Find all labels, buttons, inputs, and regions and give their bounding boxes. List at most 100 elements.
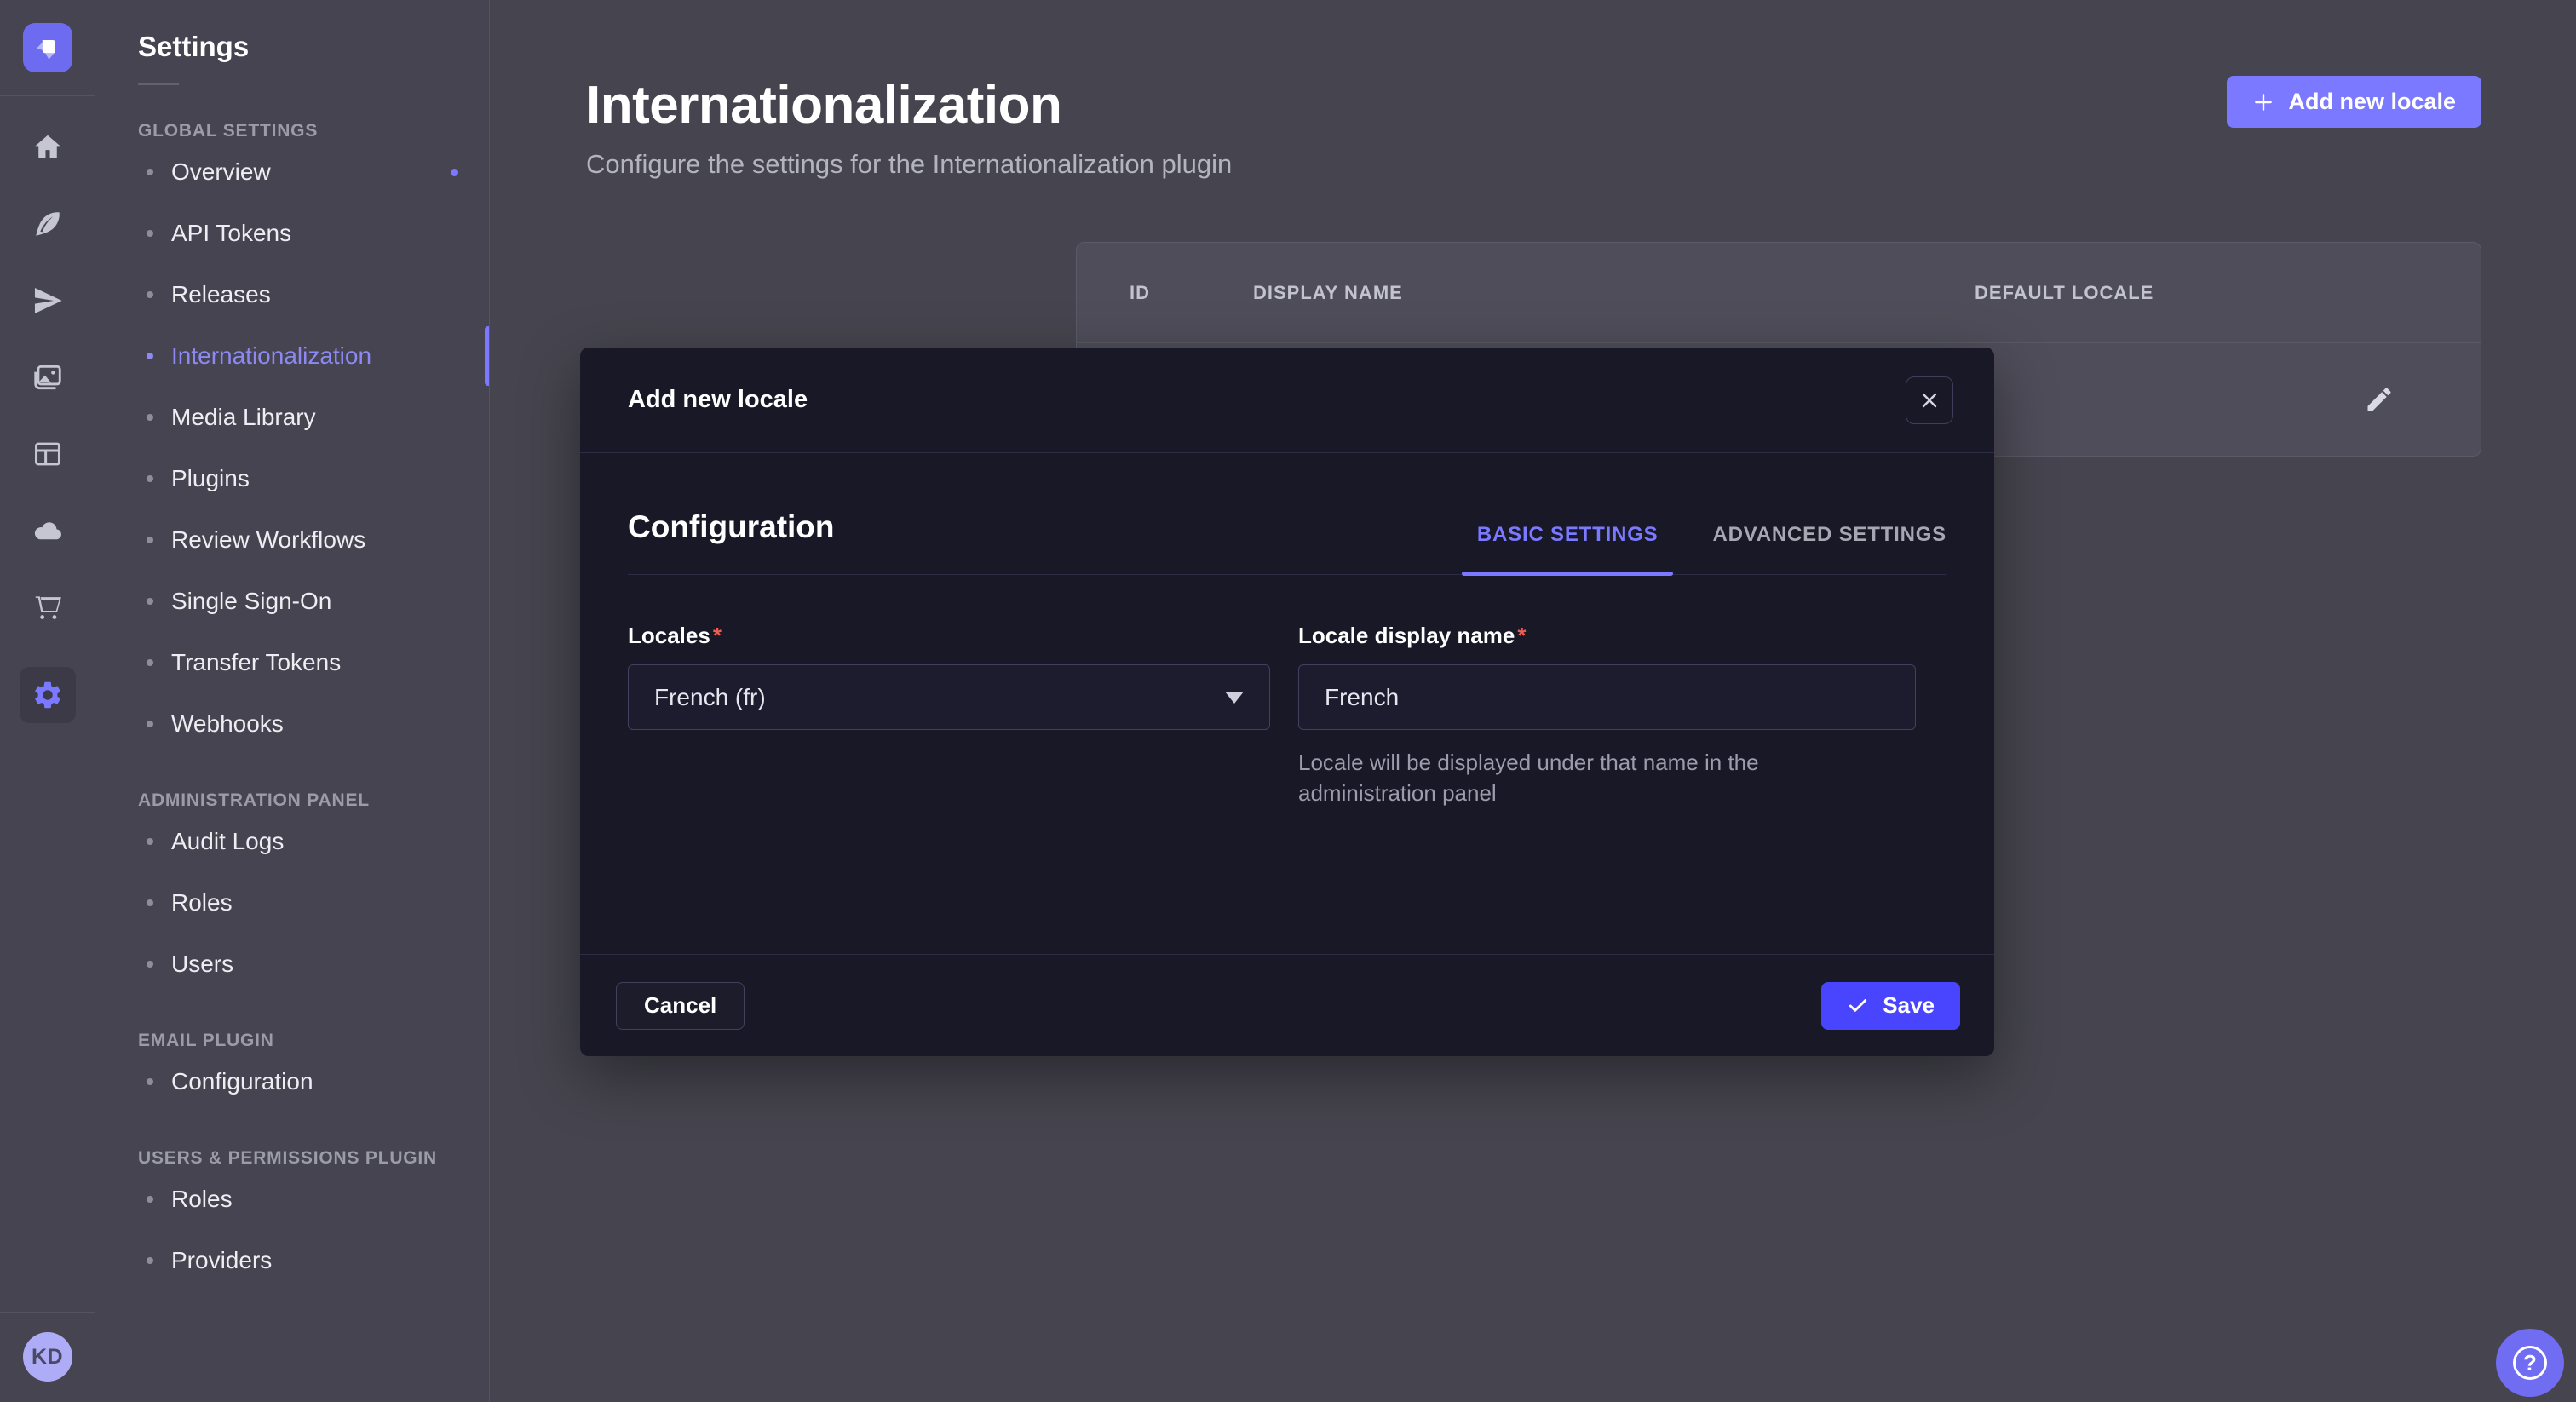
tab-basic-settings[interactable]: BASIC SETTINGS bbox=[1477, 523, 1659, 574]
display-name-label: Locale display name* bbox=[1298, 623, 1526, 648]
configuration-header: Configuration BASIC SETTINGS ADVANCED SE… bbox=[628, 509, 1946, 575]
media-library-icon[interactable] bbox=[31, 360, 65, 394]
add-new-locale-label: Add new locale bbox=[2288, 89, 2456, 115]
sidebar-item-label: Internationalization bbox=[171, 342, 371, 370]
home-icon[interactable] bbox=[31, 130, 65, 164]
chevron-down-icon bbox=[1225, 692, 1244, 704]
sidebar-item-internationalization[interactable]: Internationalization bbox=[138, 325, 469, 387]
sidebar-item-label: Single Sign-On bbox=[171, 588, 331, 615]
sidebar-item-plugins[interactable]: Plugins bbox=[138, 448, 469, 509]
rail-bottom-divider bbox=[0, 1312, 95, 1313]
sidebar-item-label: Webhooks bbox=[171, 710, 284, 738]
bullet-icon bbox=[147, 721, 153, 727]
help-button[interactable]: ? bbox=[2496, 1329, 2564, 1397]
locales-label: Locales* bbox=[628, 623, 722, 648]
sidebar-item-admin-roles[interactable]: Roles bbox=[138, 872, 469, 934]
sidebar-item-label: Releases bbox=[171, 281, 271, 308]
sidebar-item-media-library[interactable]: Media Library bbox=[138, 387, 469, 448]
sidebar-item-label: Roles bbox=[171, 889, 233, 916]
section-label: USERS & PERMISSIONS PLUGIN bbox=[138, 1148, 469, 1169]
rail-divider bbox=[0, 95, 95, 96]
sidebar-item-label: Review Workflows bbox=[171, 526, 365, 554]
display-name-input-wrap bbox=[1298, 664, 1916, 730]
user-avatar[interactable]: KD bbox=[23, 1332, 72, 1382]
locales-select-value: French (fr) bbox=[654, 684, 766, 711]
save-button-label: Save bbox=[1883, 992, 1935, 1019]
cloud-icon[interactable] bbox=[31, 514, 65, 548]
modal-footer: Cancel Save bbox=[580, 954, 1994, 1056]
settings-title-divider bbox=[138, 83, 179, 85]
settings-gear-icon[interactable] bbox=[20, 667, 76, 723]
sidebar-item-label: API Tokens bbox=[171, 220, 291, 247]
sidebar-item-transfer-tokens[interactable]: Transfer Tokens bbox=[138, 632, 469, 693]
layout-icon[interactable] bbox=[31, 437, 65, 471]
sidebar-item-audit-logs[interactable]: Audit Logs bbox=[138, 811, 469, 872]
bullet-icon bbox=[147, 291, 153, 298]
icon-rail: KD bbox=[0, 0, 95, 1402]
sidebar-item-up-roles[interactable]: Roles bbox=[138, 1169, 469, 1230]
bullet-icon bbox=[147, 598, 153, 605]
content-feather-icon[interactable] bbox=[31, 207, 65, 241]
sidebar-item-overview[interactable]: Overview bbox=[138, 141, 469, 203]
sidebar-item-up-providers[interactable]: Providers bbox=[138, 1230, 469, 1291]
column-header-display-name: DISPLAY NAME bbox=[1253, 282, 1975, 304]
marketplace-cart-icon[interactable] bbox=[31, 590, 65, 624]
rail-nav bbox=[20, 130, 76, 1312]
section-label: GLOBAL SETTINGS bbox=[138, 121, 469, 141]
section-label: ADMINISTRATION PANEL bbox=[138, 790, 469, 811]
page-header: Internationalization Configure the setti… bbox=[490, 0, 2576, 180]
tab-advanced-settings[interactable]: ADVANCED SETTINGS bbox=[1712, 523, 1946, 574]
bullet-icon bbox=[147, 838, 153, 845]
bullet-icon bbox=[147, 1196, 153, 1203]
sidebar-item-label: Audit Logs bbox=[171, 828, 284, 855]
question-icon: ? bbox=[2513, 1346, 2547, 1380]
add-locale-modal: Add new locale Configuration BASIC SETTI… bbox=[580, 348, 1994, 1056]
edit-locale-button[interactable] bbox=[2364, 382, 2398, 417]
sidebar-item-webhooks[interactable]: Webhooks bbox=[138, 693, 469, 755]
modal-tabs: BASIC SETTINGS ADVANCED SETTINGS bbox=[1477, 523, 1946, 574]
display-name-field: Locale display name* Locale will be disp… bbox=[1298, 623, 1916, 808]
section-label: EMAIL PLUGIN bbox=[138, 1031, 469, 1051]
send-icon[interactable] bbox=[31, 284, 65, 318]
sidebar-item-releases[interactable]: Releases bbox=[138, 264, 469, 325]
sidebar-item-label: Roles bbox=[171, 1186, 233, 1213]
locales-select[interactable]: French (fr) bbox=[628, 664, 1270, 730]
bullet-icon bbox=[147, 353, 153, 359]
table-header-row: ID DISPLAY NAME DEFAULT LOCALE bbox=[1077, 243, 2481, 343]
pencil-icon bbox=[2364, 384, 2395, 415]
section-global-settings: GLOBAL SETTINGS Overview API Tokens Rele… bbox=[138, 121, 469, 755]
bullet-icon bbox=[147, 169, 153, 175]
sidebar-item-label: Plugins bbox=[171, 465, 250, 492]
bullet-icon bbox=[147, 1078, 153, 1085]
save-button[interactable]: Save bbox=[1821, 982, 1960, 1030]
cancel-button[interactable]: Cancel bbox=[616, 982, 745, 1030]
sidebar-item-label: Transfer Tokens bbox=[171, 649, 341, 676]
bullet-icon bbox=[147, 230, 153, 237]
bullet-icon bbox=[147, 414, 153, 421]
sidebar-item-label: Providers bbox=[171, 1247, 272, 1274]
sidebar-item-review-workflows[interactable]: Review Workflows bbox=[138, 509, 469, 571]
section-email-plugin: EMAIL PLUGIN Configuration bbox=[138, 1031, 469, 1112]
sidebar-item-label: Configuration bbox=[171, 1068, 313, 1095]
strapi-logo[interactable] bbox=[23, 23, 72, 72]
locales-field: Locales* French (fr) bbox=[628, 623, 1270, 808]
close-icon bbox=[1919, 390, 1940, 411]
add-new-locale-button[interactable]: Add new locale bbox=[2227, 76, 2481, 128]
required-asterisk: * bbox=[1517, 623, 1526, 648]
sidebar-item-admin-users[interactable]: Users bbox=[138, 934, 469, 995]
settings-title: Settings bbox=[138, 31, 469, 63]
column-header-default-locale: DEFAULT LOCALE bbox=[1975, 282, 2481, 304]
display-name-input[interactable] bbox=[1325, 684, 1889, 711]
sidebar-item-email-configuration[interactable]: Configuration bbox=[138, 1051, 469, 1112]
modal-body: Configuration BASIC SETTINGS ADVANCED SE… bbox=[580, 509, 1994, 808]
section-administration-panel: ADMINISTRATION PANEL Audit Logs Roles Us… bbox=[138, 790, 469, 995]
sidebar-item-label: Users bbox=[171, 951, 233, 978]
strapi-logo-icon bbox=[31, 31, 65, 65]
modal-close-button[interactable] bbox=[1906, 376, 1953, 424]
plus-icon bbox=[2252, 91, 2274, 113]
sidebar-item-api-tokens[interactable]: API Tokens bbox=[138, 203, 469, 264]
modal-title: Add new locale bbox=[628, 386, 808, 414]
sidebar-item-label: Overview bbox=[171, 158, 271, 186]
bullet-icon bbox=[147, 961, 153, 968]
sidebar-item-single-sign-on[interactable]: Single Sign-On bbox=[138, 571, 469, 632]
